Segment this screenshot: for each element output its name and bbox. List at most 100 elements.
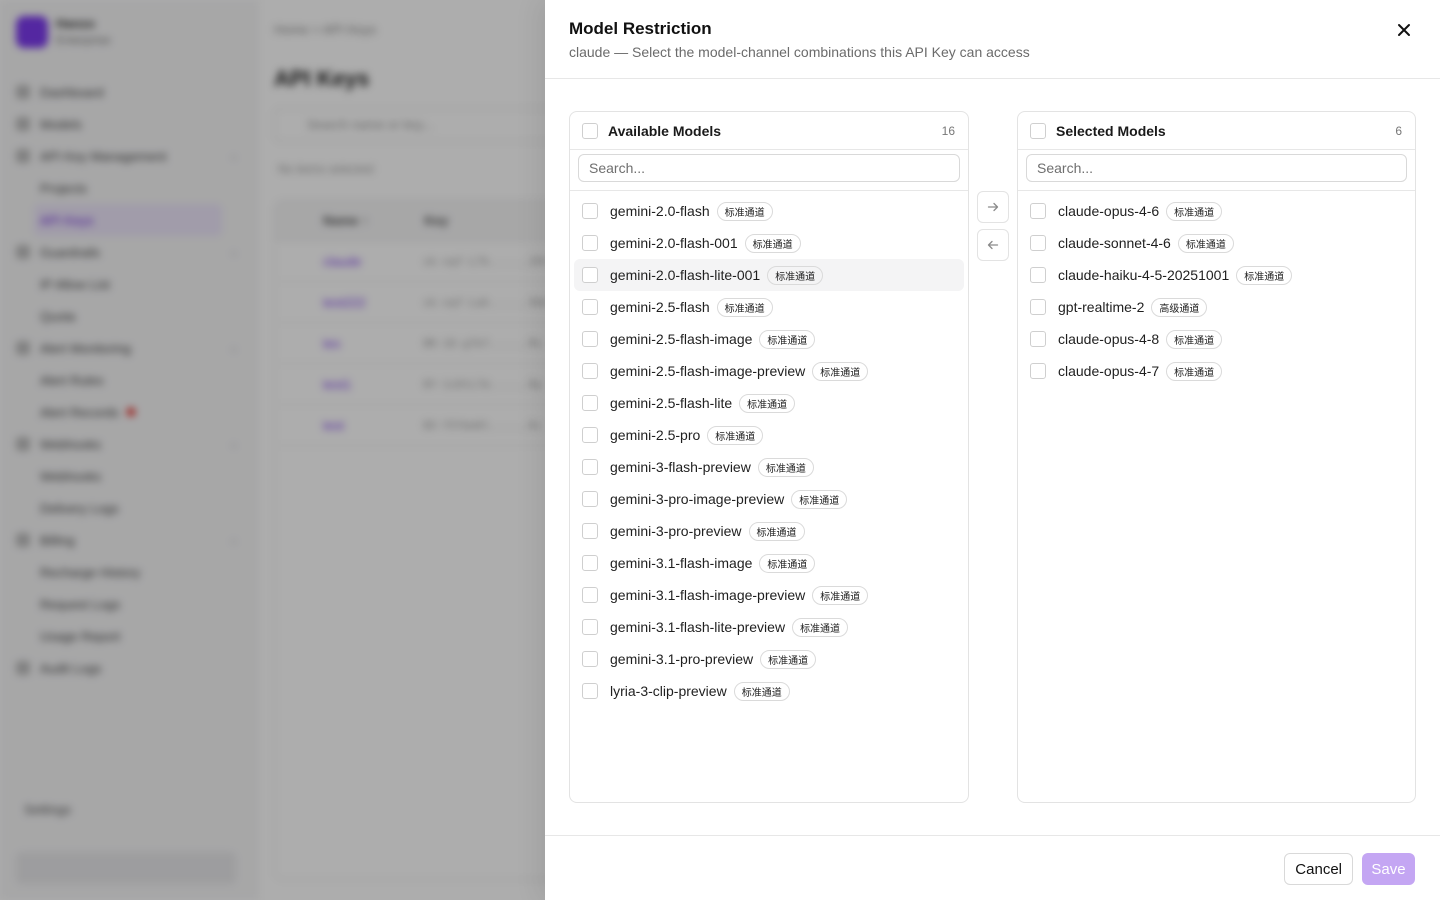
channel-tag: 标准通道 bbox=[716, 201, 773, 221]
cancel-button[interactable]: Cancel bbox=[1284, 853, 1353, 885]
channel-tag: 标准通道 bbox=[733, 681, 790, 701]
channel-tag: 标准通道 bbox=[1166, 201, 1223, 221]
model-checkbox[interactable] bbox=[582, 235, 598, 251]
channel-tag: 标准通道 bbox=[1166, 361, 1223, 381]
model-checkbox[interactable] bbox=[1030, 203, 1046, 219]
model-list-item[interactable]: gemini-2.5-flash-lite 标准通道 bbox=[574, 387, 964, 419]
channel-tag: 标准通道 bbox=[792, 617, 849, 637]
model-name: gemini-2.5-pro bbox=[610, 427, 701, 443]
model-checkbox[interactable] bbox=[582, 267, 598, 283]
model-checkbox[interactable] bbox=[582, 299, 598, 315]
model-checkbox[interactable] bbox=[1030, 363, 1046, 379]
channel-tag: 标准通道 bbox=[744, 233, 801, 253]
model-list-item[interactable]: gemini-2.0-flash-lite-001 标准通道 bbox=[574, 259, 964, 291]
model-name: gpt-realtime-2 bbox=[1058, 299, 1145, 315]
drawer-header: Model Restriction claude — Select the mo… bbox=[545, 0, 1440, 79]
model-checkbox[interactable] bbox=[1030, 235, 1046, 251]
model-list-item[interactable]: gemini-2.0-flash 标准通道 bbox=[574, 195, 964, 227]
model-list-item[interactable]: gemini-2.0-flash-001 标准通道 bbox=[574, 227, 964, 259]
model-checkbox[interactable] bbox=[582, 619, 598, 635]
move-to-selected-button[interactable] bbox=[977, 191, 1009, 223]
model-list-item[interactable]: gpt-realtime-2 高级通道 bbox=[1022, 291, 1411, 323]
drawer-subtitle: claude — Select the model-channel combin… bbox=[569, 44, 1030, 60]
available-search-input[interactable] bbox=[578, 154, 960, 182]
model-checkbox[interactable] bbox=[582, 459, 598, 475]
model-list-item[interactable]: gemini-2.5-pro 标准通道 bbox=[574, 419, 964, 451]
model-list-item[interactable]: claude-opus-4-8 标准通道 bbox=[1022, 323, 1411, 355]
model-name: gemini-3.1-pro-preview bbox=[610, 651, 754, 667]
close-button[interactable] bbox=[1392, 18, 1416, 42]
save-button[interactable]: Save bbox=[1362, 853, 1415, 885]
model-list-item[interactable]: claude-sonnet-4-6 标准通道 bbox=[1022, 227, 1411, 259]
model-list-item[interactable]: gemini-3.1-flash-image 标准通道 bbox=[574, 547, 964, 579]
model-list-item[interactable]: gemini-2.5-flash-image-preview 标准通道 bbox=[574, 355, 964, 387]
model-list-item[interactable]: gemini-3.1-flash-image-preview 标准通道 bbox=[574, 579, 964, 611]
model-name: claude-opus-4-7 bbox=[1058, 363, 1160, 379]
model-list-item[interactable]: gemini-3-pro-image-preview 标准通道 bbox=[574, 483, 964, 515]
available-select-all-checkbox[interactable] bbox=[582, 122, 598, 139]
model-name: gemini-3-pro-preview bbox=[610, 523, 742, 539]
model-list-item[interactable]: claude-opus-4-6 标准通道 bbox=[1022, 195, 1411, 227]
selected-models-panel: Selected Models 6 claude-opus-4-6标准通道cla… bbox=[1017, 111, 1416, 803]
model-name: gemini-2.0-flash-lite-001 bbox=[610, 267, 761, 283]
model-name: gemini-2.5-flash-image bbox=[610, 331, 753, 347]
channel-tag: 标准通道 bbox=[1236, 265, 1293, 285]
model-list-item[interactable]: gemini-3-flash-preview 标准通道 bbox=[574, 451, 964, 483]
channel-tag: 标准通道 bbox=[716, 297, 773, 317]
model-list-item[interactable]: gemini-3-pro-preview 标准通道 bbox=[574, 515, 964, 547]
model-list-item[interactable]: claude-haiku-4-5-20251001 标准通道 bbox=[1022, 259, 1411, 291]
selected-panel-title: Selected Models bbox=[1056, 122, 1166, 139]
model-name: claude-sonnet-4-6 bbox=[1058, 235, 1171, 251]
model-list-item[interactable]: gemini-2.5-flash 标准通道 bbox=[574, 291, 964, 323]
model-name: claude-opus-4-8 bbox=[1058, 331, 1160, 347]
channel-tag: 标准通道 bbox=[791, 489, 848, 509]
channel-tag: 标准通道 bbox=[760, 649, 817, 669]
channel-tag: 标准通道 bbox=[707, 425, 764, 445]
model-name: lyria-3-clip-preview bbox=[610, 683, 727, 699]
model-restriction-drawer: Model Restriction claude — Select the mo… bbox=[545, 0, 1440, 900]
model-checkbox[interactable] bbox=[582, 523, 598, 539]
available-list: gemini-2.0-flash 标准通道 gemini-2.0-flash-001… bbox=[570, 191, 968, 711]
model-name: gemini-2.0-flash bbox=[610, 203, 710, 219]
selected-select-all-checkbox[interactable] bbox=[1030, 122, 1046, 139]
move-to-available-button[interactable] bbox=[977, 229, 1009, 261]
model-name: gemini-3-pro-image-preview bbox=[610, 491, 785, 507]
available-count: 16 bbox=[941, 123, 955, 138]
model-list-item[interactable]: lyria-3-clip-preview 标准通道 bbox=[574, 675, 964, 707]
model-list-item[interactable]: gemini-3.1-pro-preview 标准通道 bbox=[574, 643, 964, 675]
model-name: gemini-2.5-flash bbox=[610, 299, 710, 315]
model-name: gemini-2.5-flash-image-preview bbox=[610, 363, 806, 379]
channel-tag: 标准通道 bbox=[739, 393, 796, 413]
model-name: gemini-3-flash-preview bbox=[610, 459, 751, 475]
selected-search-input[interactable] bbox=[1026, 154, 1407, 182]
channel-tag: 标准通道 bbox=[812, 361, 869, 381]
channel-tag: 标准通道 bbox=[1177, 233, 1234, 253]
model-checkbox[interactable] bbox=[582, 427, 598, 443]
model-list-item[interactable]: gemini-2.5-flash-image 标准通道 bbox=[574, 323, 964, 355]
channel-tag: 标准通道 bbox=[1166, 329, 1223, 349]
model-checkbox[interactable] bbox=[582, 203, 598, 219]
model-checkbox[interactable] bbox=[582, 683, 598, 699]
model-name: claude-opus-4-6 bbox=[1058, 203, 1160, 219]
selected-list: claude-opus-4-6 标准通道 claude-sonnet-4-6 标准通道… bbox=[1018, 191, 1415, 391]
channel-tag: 标准通道 bbox=[759, 553, 816, 573]
arrow-right-icon bbox=[987, 202, 999, 212]
model-checkbox[interactable] bbox=[582, 651, 598, 667]
model-checkbox[interactable] bbox=[1030, 299, 1046, 315]
channel-tag: 标准通道 bbox=[757, 457, 814, 477]
channel-tag: 标准通道 bbox=[759, 329, 816, 349]
channel-tag: 高级通道 bbox=[1151, 297, 1208, 317]
model-checkbox[interactable] bbox=[582, 331, 598, 347]
model-list-item[interactable]: claude-opus-4-7 标准通道 bbox=[1022, 355, 1411, 387]
drawer-footer: Cancel Save bbox=[545, 835, 1440, 900]
model-checkbox[interactable] bbox=[1030, 267, 1046, 283]
model-checkbox[interactable] bbox=[582, 587, 598, 603]
model-name: gemini-3.1-flash-image-preview bbox=[610, 587, 806, 603]
model-checkbox[interactable] bbox=[582, 491, 598, 507]
model-checkbox[interactable] bbox=[1030, 331, 1046, 347]
model-list-item[interactable]: gemini-3.1-flash-lite-preview 标准通道 bbox=[574, 611, 964, 643]
model-checkbox[interactable] bbox=[582, 395, 598, 411]
model-checkbox[interactable] bbox=[582, 363, 598, 379]
selected-count: 6 bbox=[1395, 123, 1402, 138]
model-checkbox[interactable] bbox=[582, 555, 598, 571]
